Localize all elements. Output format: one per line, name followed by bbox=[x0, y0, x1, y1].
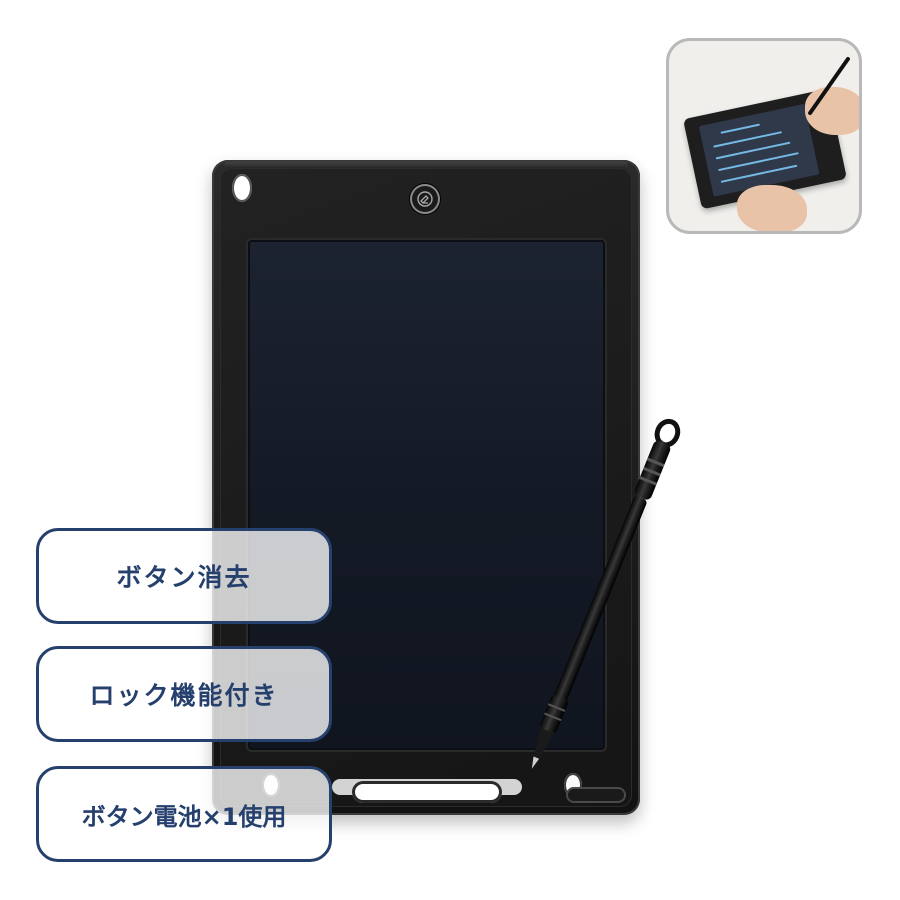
feature-button-erase: ボタン消去 bbox=[36, 528, 332, 624]
product-image: ボタン消去 ロック機能付き ボタン電池×1使用 bbox=[0, 0, 900, 900]
feature-lock-function: ロック機能付き bbox=[36, 646, 332, 742]
hang-hole bbox=[232, 174, 252, 202]
bottom-slot bbox=[352, 781, 502, 803]
inset-screen bbox=[698, 103, 820, 197]
eraser-icon bbox=[410, 184, 440, 214]
lock-switch bbox=[566, 787, 626, 803]
feature-button-battery: ボタン電池×1使用 bbox=[36, 766, 332, 862]
usage-photo-inset bbox=[666, 38, 862, 234]
eraser-glyph bbox=[417, 191, 433, 207]
inset-hand-left bbox=[737, 185, 807, 231]
